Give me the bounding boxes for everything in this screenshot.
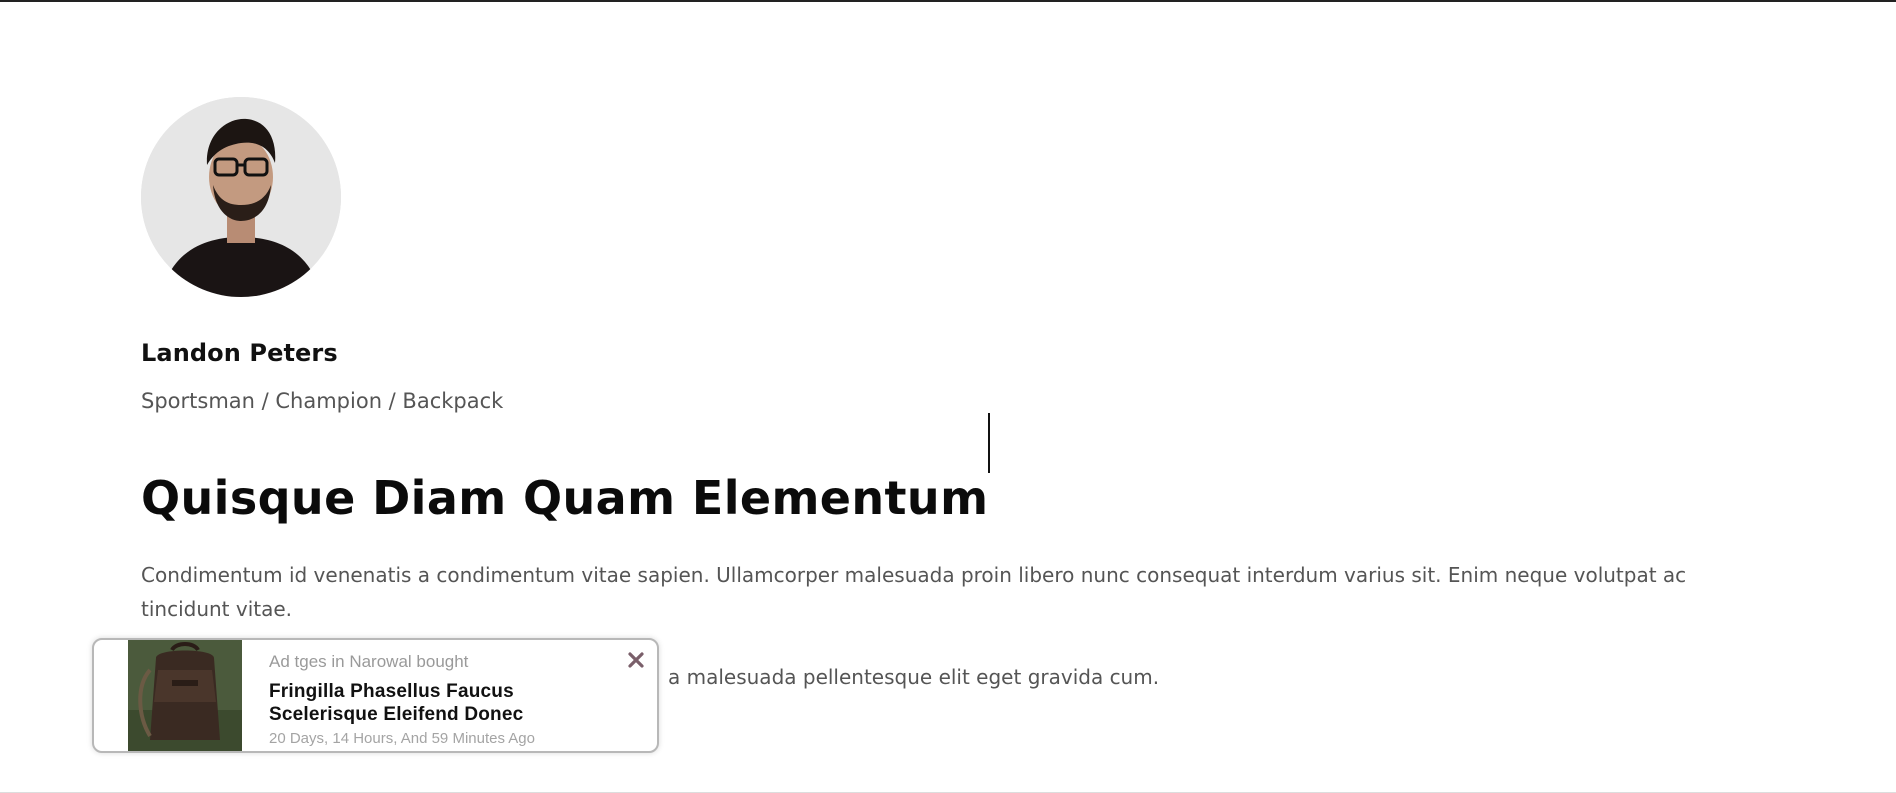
author-name: Landon Peters <box>141 339 338 367</box>
article-paragraph-2-text: a malesuada pellentesque elit eget gravi… <box>668 665 1160 689</box>
author-avatar <box>141 97 341 297</box>
notification-text: Ad tges in Narowal bought Fringilla Phas… <box>269 652 629 747</box>
close-icon[interactable] <box>625 649 647 671</box>
purchase-notification[interactable]: Ad tges in Narowal bought Fringilla Phas… <box>92 638 659 753</box>
notification-time: 20 Days, 14 Hours, And 59 Minutes Ago <box>269 730 535 747</box>
notification-product[interactable]: Fringilla Phasellus Faucus Scelerisque E… <box>269 680 629 726</box>
backpack-image <box>128 640 242 751</box>
product-thumbnail[interactable] <box>128 640 242 751</box>
product-name-line-1: Fringilla Phasellus Faucus <box>269 681 514 702</box>
text-cursor <box>988 413 991 473</box>
author-tagline: Sportsman / Champion / Backpack <box>141 389 504 413</box>
article-title[interactable]: Quisque Diam Quam Elementum <box>141 468 988 528</box>
author-article: Landon Peters Sportsman / Champion / Bac… <box>141 97 1781 694</box>
close-icon-glyph <box>628 652 644 668</box>
product-name-line-2: Scelerisque Eleifend Donec <box>269 704 524 725</box>
page: Landon Peters Sportsman / Champion / Bac… <box>0 0 1896 793</box>
article-paragraph: Condimentum id venenatis a condimentum v… <box>141 563 1687 621</box>
notification-meta: Ad tges in Narowal bought <box>269 652 469 671</box>
author-portrait <box>141 97 341 297</box>
